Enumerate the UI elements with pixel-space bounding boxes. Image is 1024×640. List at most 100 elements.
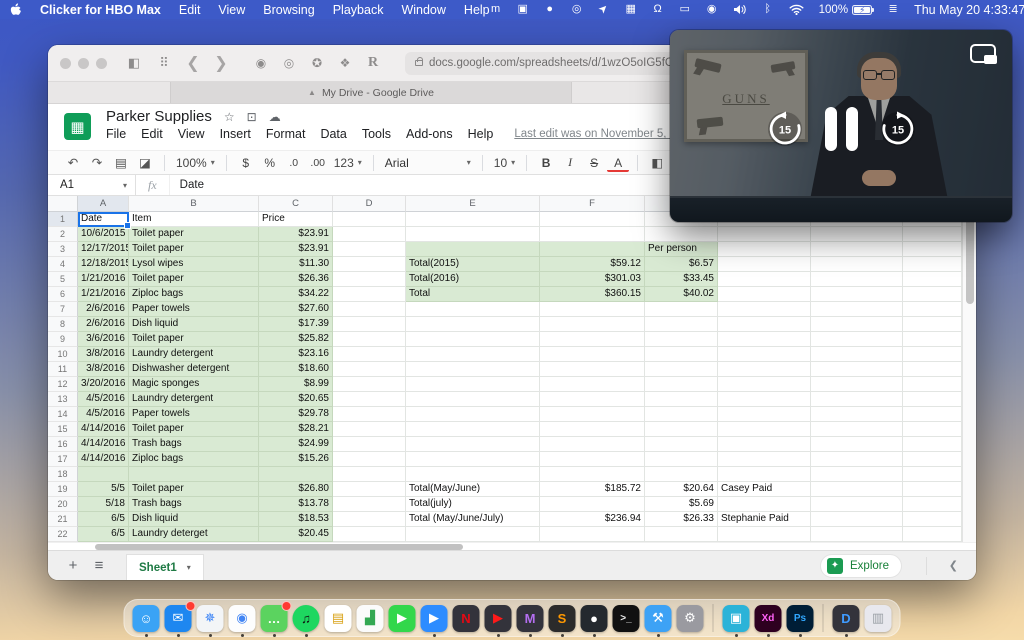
cell-D14[interactable] xyxy=(333,407,406,422)
zoom-window-button[interactable] xyxy=(96,58,107,69)
toolbar-bold[interactable]: B xyxy=(535,153,557,173)
cell-D9[interactable] xyxy=(333,332,406,347)
row-header-4[interactable]: 4 xyxy=(48,257,78,272)
horizontal-scrollbar[interactable] xyxy=(48,542,976,550)
dock-mail-icon[interactable]: ✉ xyxy=(165,605,192,632)
cell-B11[interactable]: Dishwasher detergent xyxy=(129,362,259,377)
cell-H21[interactable]: Stephanie Paid xyxy=(718,512,811,527)
cell-I12[interactable] xyxy=(811,377,903,392)
pip-exit-icon[interactable] xyxy=(970,44,996,63)
column-header-B[interactable]: B xyxy=(129,196,259,212)
cell-I16[interactable] xyxy=(811,437,903,452)
dock-spotify-icon[interactable]: ♫ xyxy=(293,605,320,632)
cell-C6[interactable]: $34.22 xyxy=(259,287,333,302)
row-header-7[interactable]: 7 xyxy=(48,302,78,317)
cell-J12[interactable] xyxy=(903,377,962,392)
cell-J14[interactable] xyxy=(903,407,962,422)
cell-E5[interactable]: Total(2016) xyxy=(406,272,540,287)
cell-D5[interactable] xyxy=(333,272,406,287)
cell-F11[interactable] xyxy=(540,362,645,377)
keyboard-icon[interactable]: ▦ xyxy=(625,0,637,19)
toolbar-format-currency[interactable]: $ xyxy=(235,153,257,173)
cell-I18[interactable] xyxy=(811,467,903,482)
cell-I4[interactable] xyxy=(811,257,903,272)
cell-I7[interactable] xyxy=(811,302,903,317)
cell-E2[interactable] xyxy=(406,227,540,242)
cell-E19[interactable]: Total(May/June) xyxy=(406,482,540,497)
cell-H10[interactable] xyxy=(718,347,811,362)
cell-D4[interactable] xyxy=(333,257,406,272)
toolbar-redo-icon[interactable]: ↷ xyxy=(86,153,108,173)
cell-B16[interactable]: Trash bags xyxy=(129,437,259,452)
cell-D6[interactable] xyxy=(333,287,406,302)
cell-E20[interactable]: Total(july) xyxy=(406,497,540,512)
cell-F7[interactable] xyxy=(540,302,645,317)
cell-C14[interactable]: $29.78 xyxy=(259,407,333,422)
spreadsheet-title[interactable]: Parker Supplies xyxy=(106,108,212,125)
cell-J17[interactable] xyxy=(903,452,962,467)
cell-F21[interactable]: $236.94 xyxy=(540,512,645,527)
cell-A16[interactable]: 4/14/2016 xyxy=(78,437,129,452)
cell-F1[interactable] xyxy=(540,212,645,227)
cell-A8[interactable]: 2/6/2016 xyxy=(78,317,129,332)
cell-J13[interactable] xyxy=(903,392,962,407)
row-header-21[interactable]: 21 xyxy=(48,512,78,527)
cell-B5[interactable]: Toilet paper xyxy=(129,272,259,287)
bell-icon[interactable]: Ω xyxy=(652,0,664,19)
cell-E15[interactable] xyxy=(406,422,540,437)
cell-A10[interactable]: 3/8/2016 xyxy=(78,347,129,362)
cell-C3[interactable]: $23.91 xyxy=(259,242,333,257)
row-header-19[interactable]: 19 xyxy=(48,482,78,497)
cloud-status-icon[interactable]: ☁ xyxy=(269,110,281,124)
menu-view[interactable]: View xyxy=(218,3,245,17)
cell-I6[interactable] xyxy=(811,287,903,302)
skip-forward-15-button[interactable]: 15 xyxy=(880,111,916,147)
cell-B12[interactable]: Magic sponges xyxy=(129,377,259,392)
cell-B3[interactable]: Toilet paper xyxy=(129,242,259,257)
dock-clicker-disney-icon[interactable]: D xyxy=(833,605,860,632)
cell-A3[interactable]: 12/17/2015 xyxy=(78,242,129,257)
cell-G13[interactable] xyxy=(645,392,718,407)
cell-I11[interactable] xyxy=(811,362,903,377)
cell-D16[interactable] xyxy=(333,437,406,452)
toolbar-more-formats[interactable]: 123▾ xyxy=(331,153,365,173)
cell-J3[interactable] xyxy=(903,242,962,257)
cell-C21[interactable]: $18.53 xyxy=(259,512,333,527)
toolbar-paint-format-icon[interactable]: ◪ xyxy=(134,153,156,173)
cell-D20[interactable] xyxy=(333,497,406,512)
cell-H11[interactable] xyxy=(718,362,811,377)
cell-E10[interactable] xyxy=(406,347,540,362)
cell-A17[interactable]: 4/14/2016 xyxy=(78,452,129,467)
add-sheet-button[interactable]: + xyxy=(60,557,86,574)
cell-H17[interactable] xyxy=(718,452,811,467)
cell-B1[interactable]: Item xyxy=(129,212,259,227)
cell-F10[interactable] xyxy=(540,347,645,362)
sheets-menu-add-ons[interactable]: Add-ons xyxy=(406,127,453,141)
display-icon[interactable]: ▭ xyxy=(679,0,691,19)
cell-C18[interactable] xyxy=(259,467,333,482)
cell-E8[interactable] xyxy=(406,317,540,332)
sheets-menu-insert[interactable]: Insert xyxy=(220,127,251,141)
cell-G19[interactable]: $20.64 xyxy=(645,482,718,497)
row-header-5[interactable]: 5 xyxy=(48,272,78,287)
cell-A20[interactable]: 5/18 xyxy=(78,497,129,512)
cell-G20[interactable]: $5.69 xyxy=(645,497,718,512)
cell-G21[interactable]: $26.33 xyxy=(645,512,718,527)
dock-facetime-icon[interactable]: ▶ xyxy=(389,605,416,632)
back-button[interactable]: ❮ xyxy=(183,53,203,73)
toolbar-fill-color-icon[interactable]: ◧ xyxy=(646,153,668,173)
cell-J4[interactable] xyxy=(903,257,962,272)
cell-F16[interactable] xyxy=(540,437,645,452)
menu-playback[interactable]: Playback xyxy=(333,3,384,17)
cell-C11[interactable]: $18.60 xyxy=(259,362,333,377)
cell-G15[interactable] xyxy=(645,422,718,437)
toolbar-font-size[interactable]: 10▾ xyxy=(491,153,518,173)
cell-I2[interactable] xyxy=(811,227,903,242)
cell-E21[interactable]: Total (May/June/July) xyxy=(406,512,540,527)
last-edit-link[interactable]: Last edit was on November 5, 2020 xyxy=(514,128,695,140)
cell-E11[interactable] xyxy=(406,362,540,377)
explore-button[interactable]: ✦ Explore xyxy=(820,554,902,578)
cell-D3[interactable] xyxy=(333,242,406,257)
apple-menu-icon[interactable] xyxy=(10,3,22,17)
cell-J20[interactable] xyxy=(903,497,962,512)
